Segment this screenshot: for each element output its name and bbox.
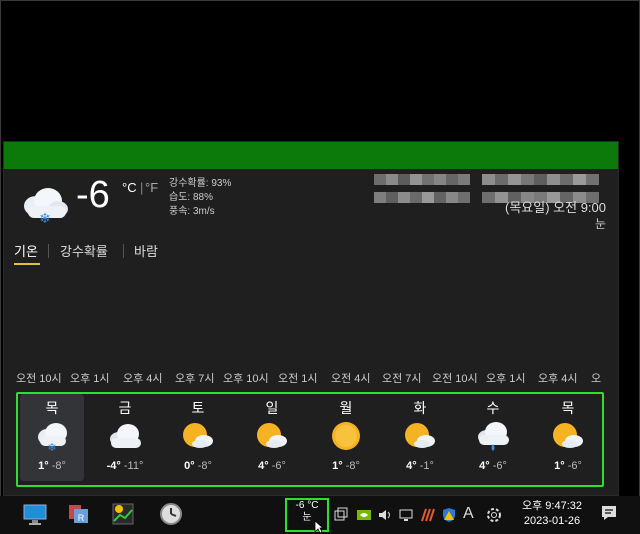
day-low: -8° <box>51 460 66 472</box>
ime-indicator[interactable]: A <box>463 505 474 522</box>
day-high: 4° <box>258 460 269 472</box>
day-card[interactable]: 목 1° -6° <box>536 394 600 481</box>
unit-separator: | <box>140 180 144 195</box>
hour-label: 오 <box>591 373 602 384</box>
chart-app-icon[interactable] <box>110 501 136 527</box>
hour-label: 오후 7시 <box>175 373 215 384</box>
day-name: 토 <box>191 400 205 416</box>
tray-weather-temp: -6 °C <box>295 500 319 511</box>
hour-label: 오전 7시 <box>382 373 422 384</box>
hour-label: 오전 1시 <box>278 373 318 384</box>
day-name: 목 <box>45 400 59 416</box>
hour-label: 오후 10시 <box>223 373 269 384</box>
sun-icon <box>332 422 360 450</box>
day-low: -11° <box>123 460 144 472</box>
blurred-location-name <box>374 172 472 203</box>
day-name: 목 <box>561 400 575 416</box>
mouse-cursor-icon <box>314 520 324 534</box>
hour-label: 오전 4시 <box>331 373 371 384</box>
daily-forecast: 목 ❄ 1° -8° 금 -4° -11° 토 0° -8° 일 4° -6° … <box>16 392 604 487</box>
tab-divider <box>123 244 124 258</box>
hour-label: 오후 4시 <box>123 373 163 384</box>
hour-label: 오후 1시 <box>486 373 526 384</box>
monitor-app-icon[interactable] <box>22 501 48 527</box>
day-low: -6° <box>271 460 286 472</box>
nvidia-icon[interactable] <box>356 507 372 523</box>
active-tab-indicator <box>14 263 40 265</box>
day-name: 월 <box>339 400 353 416</box>
partly-cloudy-icon <box>553 423 583 448</box>
day-high: 1° <box>38 460 49 472</box>
snow-cloud-icon: ❄ <box>38 423 67 452</box>
hour-label: 오전 10시 <box>432 373 478 384</box>
current-condition: 눈 <box>594 217 606 231</box>
fahrenheit-toggle[interactable]: °F <box>145 180 158 195</box>
hourly-axis: 오전 10시 오후 1시 오후 4시 오후 7시 오후 10시 오전 1시 오전… <box>16 370 606 384</box>
gear-icon[interactable] <box>485 506 503 524</box>
day-high: 1° <box>554 460 565 472</box>
day-high: 1° <box>332 460 343 472</box>
clock-time: 오후 9:47:32 <box>522 500 582 512</box>
registry-app-icon[interactable]: R <box>66 501 92 527</box>
day-card[interactable]: 수 4° -6° <box>461 394 525 481</box>
partly-cloudy-icon <box>257 423 287 448</box>
day-low: -6° <box>567 460 582 472</box>
humidity: 습도: 88% <box>169 192 213 203</box>
clock-date: 2023-01-26 <box>523 515 581 527</box>
snow-cloud-icon: ❄ <box>24 188 68 224</box>
notification-center-icon[interactable] <box>600 504 618 522</box>
task-view-icon[interactable] <box>334 507 348 523</box>
partly-cloudy-icon <box>183 423 213 448</box>
day-name: 화 <box>413 400 427 416</box>
hour-label: 오후 1시 <box>70 373 110 384</box>
tab-temperature[interactable]: 기온 <box>14 241 38 260</box>
blurred-location-detail <box>482 172 612 203</box>
day-high: -4° <box>106 460 121 472</box>
day-high: 0° <box>184 460 195 472</box>
tab-wind[interactable]: 바람 <box>134 241 158 260</box>
svg-text:❄: ❄ <box>47 442 56 452</box>
svg-text:❄: ❄ <box>39 210 51 224</box>
tab-precipitation[interactable]: 강수확률 <box>60 241 108 260</box>
partly-cloudy-icon <box>405 423 435 448</box>
tab-divider <box>48 244 49 258</box>
day-low: -6° <box>492 460 507 472</box>
day-name: 일 <box>265 400 279 416</box>
title-bar[interactable] <box>4 142 618 169</box>
taskbar-clock[interactable]: 오후 9:47:32 2023-01-26 <box>516 499 588 529</box>
cloud-icon <box>110 424 141 448</box>
day-low: -8° <box>345 460 360 472</box>
network-icon[interactable] <box>399 507 415 523</box>
rain-cloud-icon <box>478 422 509 451</box>
forecast-time: (목요일) 오전 9:00 <box>505 200 606 215</box>
day-high: 4° <box>479 460 490 472</box>
day-name: 수 <box>486 400 500 416</box>
clock-app-icon[interactable] <box>158 501 184 527</box>
hour-label: 오전 10시 <box>16 373 62 384</box>
weather-widget: ❄ -6 °C | °F 강수확률: 93% 습도: 88% 풍속: 3m/s … <box>3 141 619 496</box>
celsius-toggle[interactable]: °C <box>122 180 137 195</box>
wind-speed: 풍속: 3m/s <box>169 206 215 217</box>
day-card[interactable]: 월 1° -8° <box>314 394 378 481</box>
day-high: 4° <box>406 460 417 472</box>
svg-text:R: R <box>78 513 85 523</box>
hour-label: 오후 4시 <box>538 373 578 384</box>
day-low: -1° <box>419 460 434 472</box>
volume-icon[interactable] <box>377 507 393 523</box>
precipitation-probability: 강수확률: 93% <box>169 178 232 189</box>
day-card[interactable]: 화 4° -1° <box>388 394 452 481</box>
day-low: -8° <box>197 460 212 472</box>
day-card[interactable]: 일 4° -6° <box>240 394 304 481</box>
day-name: 금 <box>118 400 132 416</box>
pen-app-icon[interactable] <box>420 507 436 523</box>
day-card[interactable]: 토 0° -8° <box>166 394 230 481</box>
day-card[interactable]: 목 ❄ 1° -8° <box>20 394 84 481</box>
current-temperature: -6 <box>76 174 110 216</box>
weather-details: 강수확률: 93% 습도: 88% 풍속: 3m/s <box>169 177 231 219</box>
day-card[interactable]: 금 -4° -11° <box>93 394 157 481</box>
security-shield-icon[interactable] <box>441 507 457 523</box>
